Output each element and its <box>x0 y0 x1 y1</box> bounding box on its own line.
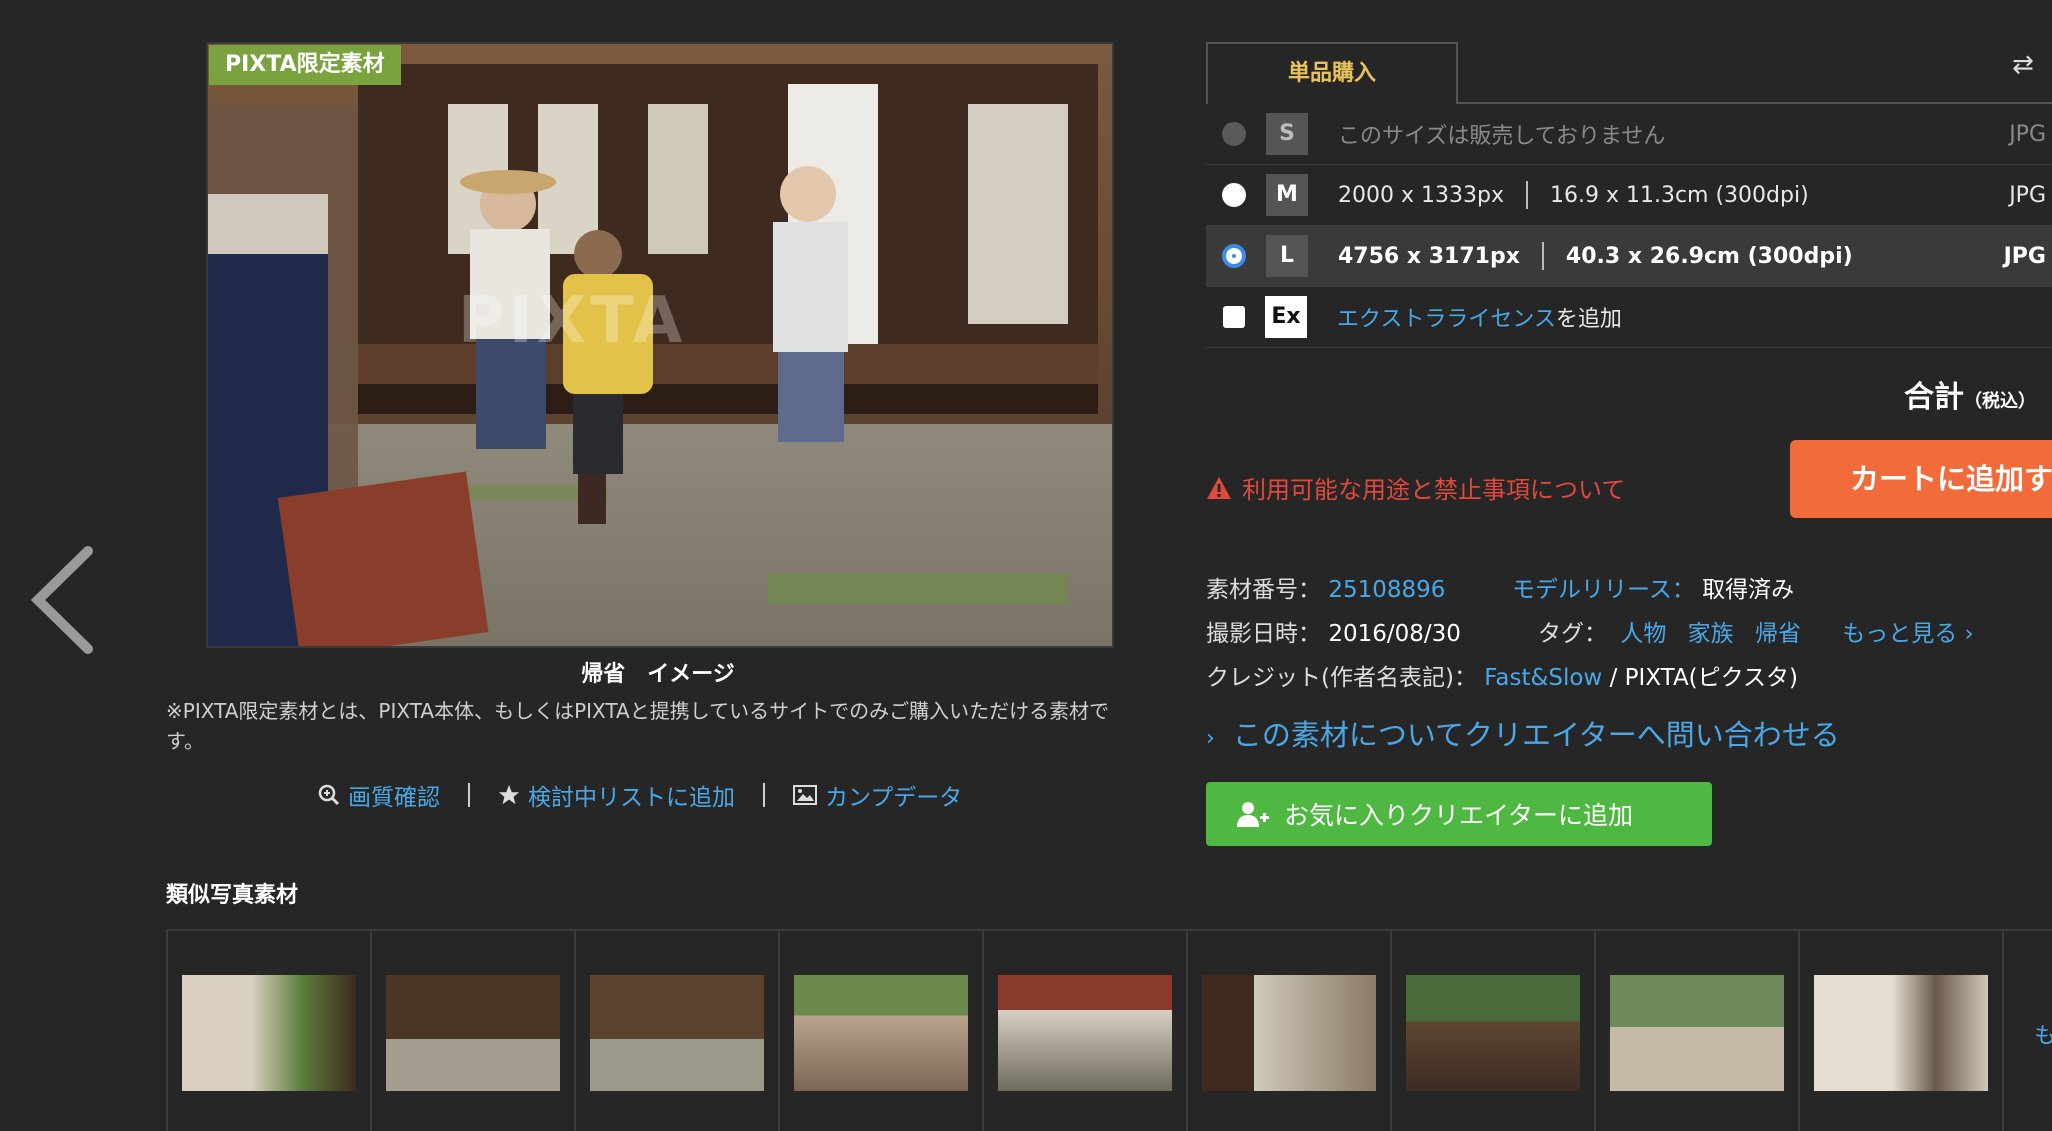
chevron-right-icon: › <box>1957 621 1974 647</box>
watermark: PIXTA <box>458 284 687 358</box>
similar-photos-title: 類似写真素材 <box>166 883 299 908</box>
size-m-pixels: 2000 x 1333px <box>1338 182 1504 208</box>
total-label: 合計（税込） <box>1904 372 2036 416</box>
add-favorite-creator-label: お気に入りクリエイターに追加 <box>1284 801 1634 830</box>
tags-line: タグ： 人物 家族 帰省 もっと見る › <box>1538 614 1974 648</box>
divider <box>1525 181 1528 209</box>
size-s-radio <box>1222 122 1246 146</box>
divider <box>468 783 470 807</box>
shoot-date-label: 撮影日時： <box>1206 621 1321 647</box>
size-s-unavailable: このサイズは販売しておりません <box>1338 124 1666 149</box>
tag-link[interactable]: 帰省 <box>1755 621 1801 647</box>
shoot-date-line: 撮影日時： 2016/08/30 <box>1206 614 1461 648</box>
similar-thumb[interactable] <box>1596 931 1800 1131</box>
add-wishlist-link[interactable]: 検討中リストに追加 <box>498 778 735 812</box>
divider <box>763 783 765 807</box>
extra-license-suffix: を追加 <box>1555 307 1622 332</box>
extra-license-row[interactable]: Ex エクストラライセンスを追加 <box>1206 287 2052 348</box>
size-row-l[interactable]: L 4756 x 3171px 40.3 x 26.9cm (300dpi) J… <box>1206 226 2052 287</box>
similar-thumb[interactable] <box>780 931 984 1131</box>
size-s-format: JPG <box>2009 121 2046 147</box>
credit-slash: / <box>1602 665 1625 691</box>
model-release-label[interactable]: モデルリリース： <box>1512 577 1695 603</box>
similar-thumb[interactable] <box>984 931 1188 1131</box>
similar-thumb[interactable] <box>1800 931 2004 1131</box>
add-user-icon <box>1237 802 1269 827</box>
model-release-line: モデルリリース： 取得済み <box>1512 570 1794 604</box>
total-text: 合計 <box>1904 380 1964 415</box>
zoom-icon <box>318 784 340 806</box>
warning-icon <box>1207 476 1231 499</box>
divider <box>1541 242 1544 270</box>
tag-link[interactable]: 人物 <box>1620 621 1666 647</box>
exclusive-note: ※PIXTA限定素材とは、PIXTA本体、もしくはPIXTAと提携しているサイト… <box>166 699 1110 753</box>
comp-data-link[interactable]: カンプデータ <box>793 778 962 812</box>
size-l-label: L <box>1266 235 1308 277</box>
credit-author-link[interactable]: Fast&Slow <box>1484 665 1602 691</box>
size-row-m[interactable]: M 2000 x 1333px 16.9 x 11.3cm (300dpi) J… <box>1206 165 2052 226</box>
size-l-radio[interactable] <box>1222 244 1246 268</box>
tab-single-purchase[interactable]: 単品購入 <box>1206 42 1458 104</box>
star-icon <box>498 784 520 805</box>
size-l-format: JPG <box>2003 243 2046 269</box>
size-m-label: M <box>1266 174 1308 216</box>
size-m-format: JPG <box>2009 182 2046 208</box>
size-row-s: S このサイズは販売しておりません JPG <box>1206 104 2052 165</box>
size-options-table: S このサイズは販売しておりません JPG M 2000 x 1333px 16… <box>1206 104 2052 348</box>
tax-note: （税込） <box>1964 391 2036 412</box>
credit-line: クレジット(作者名表記)： Fast&Slow / PIXTA(ピクスタ) <box>1206 658 1798 692</box>
more-similar-link[interactable]: も <box>2034 1018 2052 1050</box>
size-s-label: S <box>1266 113 1308 155</box>
quality-check-label: 画質確認 <box>348 785 440 811</box>
extra-license-text: エクストラライセンスを追加 <box>1337 301 1622 333</box>
image-icon <box>793 785 817 805</box>
size-m-radio[interactable] <box>1222 183 1246 207</box>
similar-thumb[interactable] <box>1188 931 1392 1131</box>
previous-arrow-icon[interactable] <box>28 545 98 655</box>
shoot-date-value: 2016/08/30 <box>1328 621 1461 647</box>
contact-creator-text: この素材についてクリエイターへ問い合わせる <box>1232 718 1840 752</box>
model-release-value: 取得済み <box>1702 577 1795 603</box>
size-m-cm: 16.9 x 11.3cm (300dpi) <box>1549 182 1809 208</box>
similar-photos-strip <box>166 929 2052 1131</box>
chevron-right-icon: › <box>1206 726 1215 751</box>
quality-check-link[interactable]: 画質確認 <box>318 778 440 812</box>
material-id-line: 素材番号： 25108896 <box>1206 570 1445 604</box>
similar-thumb[interactable] <box>168 931 372 1131</box>
add-to-cart-button[interactable]: カートに追加す <box>1790 440 2052 518</box>
similar-thumb[interactable] <box>1392 931 1596 1131</box>
extra-license-link[interactable]: エクストラライセンス <box>1337 307 1556 332</box>
comp-data-label: カンプデータ <box>825 785 963 811</box>
credit-site: PIXTA(ピクスタ) <box>1624 665 1798 691</box>
similar-thumb[interactable] <box>576 931 780 1131</box>
contact-creator-link[interactable]: › この素材についてクリエイターへ問い合わせる <box>1206 712 1840 754</box>
tags-label: タグ： <box>1538 621 1607 647</box>
add-favorite-creator-button[interactable]: お気に入りクリエイターに追加 <box>1206 782 1712 846</box>
add-wishlist-label: 検討中リストに追加 <box>528 785 735 811</box>
size-l-pixels: 4756 x 3171px <box>1338 243 1520 269</box>
swap-icon[interactable]: ⇄ <box>2012 50 2034 80</box>
photo-caption: 帰省 イメージ <box>581 662 735 687</box>
credit-label: クレジット(作者名表記)： <box>1206 665 1477 691</box>
material-id-value[interactable]: 25108896 <box>1328 577 1445 603</box>
photo-actions: 画質確認 検討中リストに追加 カンプデータ <box>318 778 962 812</box>
extra-license-checkbox[interactable] <box>1223 306 1245 328</box>
more-tags-link[interactable]: もっと見る <box>1842 621 1957 647</box>
tag-link[interactable]: 家族 <box>1688 621 1734 647</box>
material-id-label: 素材番号： <box>1206 577 1321 603</box>
similar-thumb[interactable] <box>372 931 576 1131</box>
size-l-cm: 40.3 x 26.9cm (300dpi) <box>1565 243 1853 269</box>
extra-license-label: Ex <box>1265 296 1307 338</box>
usage-warning-text: 利用可能な用途と禁止事項について <box>1242 476 1626 504</box>
main-photo[interactable]: PIXTA <box>206 42 1114 648</box>
exclusive-badge: PIXTA限定素材 <box>209 45 401 85</box>
usage-warning-link[interactable]: 利用可能な用途と禁止事項について <box>1206 470 1625 505</box>
